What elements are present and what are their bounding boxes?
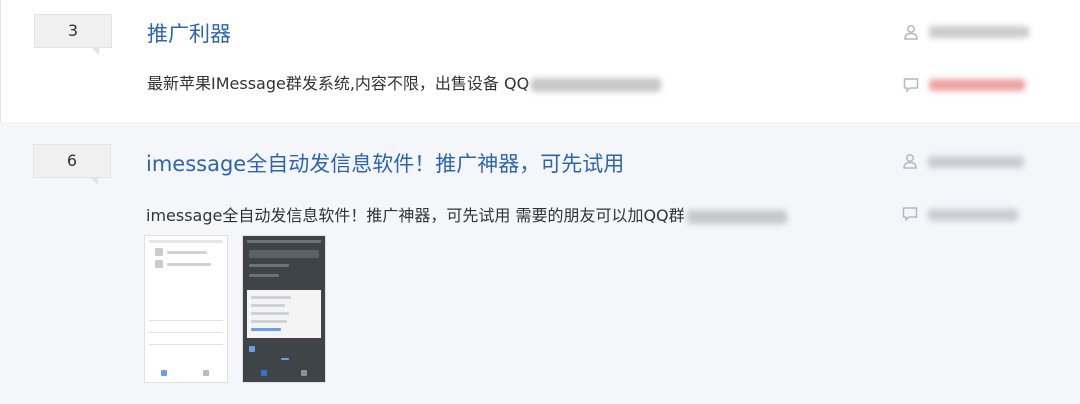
- user-icon: [904, 25, 918, 40]
- user-icon: [903, 154, 917, 169]
- redacted-qq-number: [531, 77, 662, 92]
- reply-count-badge: 3: [34, 14, 112, 55]
- thread-snippet-text: 最新苹果IMessage群发系统,内容不限，出售设备 QQ: [147, 74, 530, 93]
- thread-snippet-text: imessage全自动发信息软件！推广神器，可先试用 需要的朋友可以加QQ群: [146, 206, 685, 225]
- attachment-thumbnail[interactable]: [145, 236, 227, 382]
- thread-item: 3 推广利器 最新苹果IMessage群发系统,内容不限，出售设备 QQ: [0, 0, 1080, 122]
- thread-item: 6 imessage全自动发信息软件！推广神器，可先试用 imessage全自动…: [0, 122, 1080, 404]
- comment-icon: [902, 207, 918, 222]
- thread-snippet: 最新苹果IMessage群发系统,内容不限，出售设备 QQ: [147, 70, 662, 94]
- thread-title-link[interactable]: 推广利器: [147, 18, 231, 48]
- thread-snippet: imessage全自动发信息软件！推广神器，可先试用 需要的朋友可以加QQ群: [146, 202, 787, 226]
- redacted-author-name[interactable]: [928, 156, 1024, 168]
- redacted-author-name[interactable]: [929, 26, 1029, 38]
- comment-icon: [903, 78, 919, 93]
- thread-title-link[interactable]: imessage全自动发信息软件！推广神器，可先试用: [146, 148, 624, 178]
- reply-count-badge: 6: [33, 144, 111, 185]
- redacted-last-reply-name[interactable]: [929, 79, 1025, 91]
- redacted-qq-number: [686, 209, 787, 224]
- redacted-last-reply-name[interactable]: [928, 209, 1018, 221]
- attachment-thumbnail[interactable]: [243, 236, 325, 382]
